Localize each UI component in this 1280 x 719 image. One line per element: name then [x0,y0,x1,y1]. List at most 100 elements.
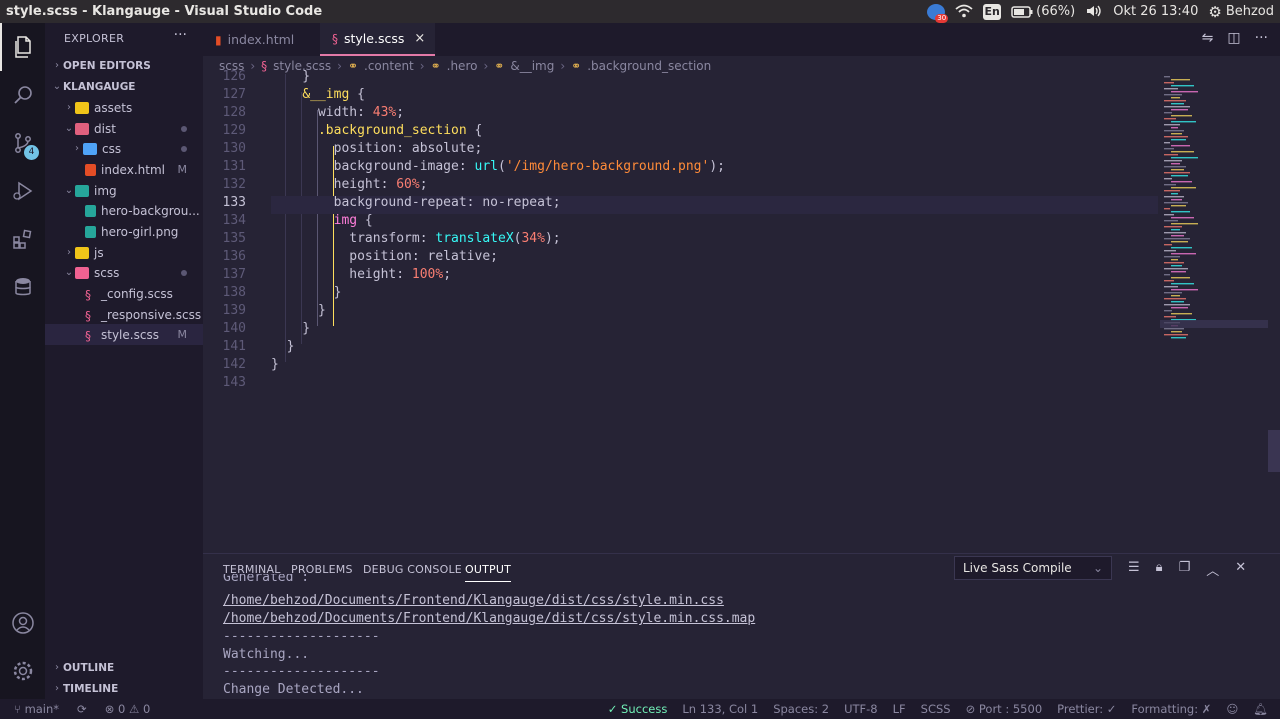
output-link[interactable]: /home/behzod/Documents/Frontend/Klangaug… [223,610,755,628]
indentation[interactable]: Spaces: 2 [773,702,829,716]
tree-item-img[interactable]: ⌄ img [45,180,203,201]
tree-item-config-scss[interactable]: § _config.scss [45,283,203,304]
line-number: 128 [222,105,246,120]
keyboard-layout[interactable]: En [983,3,1002,20]
line-number: 136 [222,249,246,264]
notification-icon[interactable]: 30 [927,3,949,23]
more-actions-icon[interactable]: ··· [174,27,187,43]
volume-icon[interactable] [1085,4,1103,20]
tree-label: hero-girl.png [101,224,179,239]
feedback-icon[interactable]: ☺ [1226,702,1238,716]
tree-item-responsive-scss[interactable]: § _responsive.scss [45,304,203,325]
sync-icon[interactable]: ⟳ [77,702,87,716]
code-line[interactable]: 130 position: absolute; [203,140,1158,158]
tree-item-dist[interactable]: ⌄ dist [45,118,203,139]
code-line[interactable]: 127 &__img { [203,86,1158,104]
copy-icon[interactable]: ❐ [1179,560,1191,579]
tree-item-hero-background[interactable]: hero-backgrou... [45,200,203,221]
tab-index-html[interactable]: ▮ index.html [203,23,318,56]
code-line[interactable]: 141 } [203,338,1158,356]
scrollbar-thumb[interactable] [1268,430,1280,472]
code-line[interactable]: 135 transform: translateX(34%); [203,230,1158,248]
encoding[interactable]: UTF-8 [844,702,878,716]
maximize-panel-icon[interactable]: ︿ [1206,560,1219,579]
tree-label: index.html [101,162,165,177]
source-control-icon[interactable]: 4 [0,119,45,167]
code-line[interactable]: 128 width: 43%; [203,104,1158,122]
line-content: } [271,69,311,84]
tree-item-css[interactable]: › css [45,138,203,159]
lock-icon[interactable]: 🔒︎ [1156,560,1163,579]
split-editor-icon[interactable]: ◫ [1227,30,1240,46]
manage-gear-icon[interactable] [0,647,45,695]
battery-indicator[interactable]: (66%) [1011,4,1075,19]
clear-output-icon[interactable]: ☰ [1128,560,1140,579]
section-project[interactable]: ⌄ KLANGAUGE [45,76,203,97]
code-line[interactable]: 134 img { [203,212,1158,230]
activity-bar: 4 [0,23,45,699]
code-line[interactable]: 136 position: relative; [203,248,1158,266]
code-line[interactable]: 138 } [203,284,1158,302]
line-content: background-image: url('/img/hero-backgro… [271,159,725,174]
user-name: Behzod [1225,4,1274,19]
bell-icon[interactable]: 🔔︎ [1253,702,1268,716]
user-menu[interactable]: ⚙ Behzod [1208,3,1274,21]
tree-item-js[interactable]: › js [45,242,203,263]
cursor-position[interactable]: Ln 133, Col 1 [682,702,758,716]
close-panel-icon[interactable]: ✕ [1235,560,1246,579]
sass-status[interactable]: ✓ Success [608,702,668,716]
clock[interactable]: Okt 26 13:40 [1113,4,1198,19]
code-line[interactable]: 140 } [203,320,1158,338]
tab-output[interactable]: OUTPUT [465,563,512,582]
tree-item-index-html[interactable]: index.html M [45,159,203,180]
problems-summary[interactable]: ⊗ 0 ⚠ 0 [105,702,151,716]
end-of-line[interactable]: LF [893,702,906,716]
code-editor[interactable]: 126 } 127 &__img {128 width: 43%; 129 .bac… [203,69,1158,394]
battery-percent: (66%) [1036,4,1076,19]
code-line[interactable]: 132 height: 60%; [203,176,1158,194]
tab-label: index.html [227,32,295,47]
tree-item-scss[interactable]: ⌄ scss [45,262,203,283]
database-icon[interactable] [0,263,45,311]
output-line: Watching... [223,647,310,662]
code-line[interactable]: 142} [203,356,1158,374]
code-line[interactable]: 139 } [203,302,1158,320]
scm-badge: 4 [24,145,39,160]
live-server-port[interactable]: ⊘ Port : 5500 [966,702,1043,716]
output-channel-select[interactable]: Live Sass Compile ⌄ [954,556,1112,580]
wifi-icon[interactable] [955,4,973,20]
code-line[interactable]: 133 background-repeat: no-repeat; [203,194,1158,212]
minimap[interactable] [1160,74,1268,344]
compare-icon[interactable]: ⇋ [1202,30,1214,46]
search-icon[interactable] [0,71,45,119]
output-link[interactable]: /home/behzod/Documents/Frontend/Klangaug… [223,592,724,610]
account-icon[interactable] [0,599,45,647]
section-outline[interactable]: › OUTLINE [45,657,203,678]
run-debug-icon[interactable] [0,167,45,215]
section-open-editors[interactable]: › OPEN EDITORS [45,55,203,76]
folder-open-icon [75,122,89,135]
formatting-status[interactable]: Formatting: ✗ [1131,702,1211,716]
code-line[interactable]: 129 .background_section { [203,122,1158,140]
files-icon[interactable] [0,23,45,71]
language-mode[interactable]: SCSS [921,702,951,716]
close-icon[interactable]: × [414,31,425,46]
tab-style-scss[interactable]: § style.scss × [320,23,435,56]
line-content: background-repeat: no-repeat; [271,195,561,210]
tree-item-style-scss[interactable]: § style.scss M [45,324,203,345]
warning-count: 0 [142,702,151,716]
tab-debug-console[interactable]: DEBUG CONSOLE [363,563,462,576]
git-branch[interactable]: ⑂ main* [14,702,59,716]
prettier-status[interactable]: Prettier: ✓ [1057,702,1116,716]
line-number: 135 [222,231,246,246]
tree-item-hero-girl[interactable]: hero-girl.png [45,221,203,242]
section-timeline[interactable]: › TIMELINE [45,678,203,699]
editor-tabs: ▮ index.html § style.scss × [203,23,1280,56]
code-line[interactable]: 126 } [203,68,1158,86]
extensions-icon[interactable] [0,215,45,263]
more-actions-icon[interactable]: ··· [1255,30,1268,46]
code-line[interactable]: 137 height: 100%; [203,266,1158,284]
code-line[interactable]: 131 background-image: url('/img/hero-bac… [203,158,1158,176]
code-line[interactable]: 143 [203,374,1158,392]
tree-item-assets[interactable]: › assets [45,97,203,118]
